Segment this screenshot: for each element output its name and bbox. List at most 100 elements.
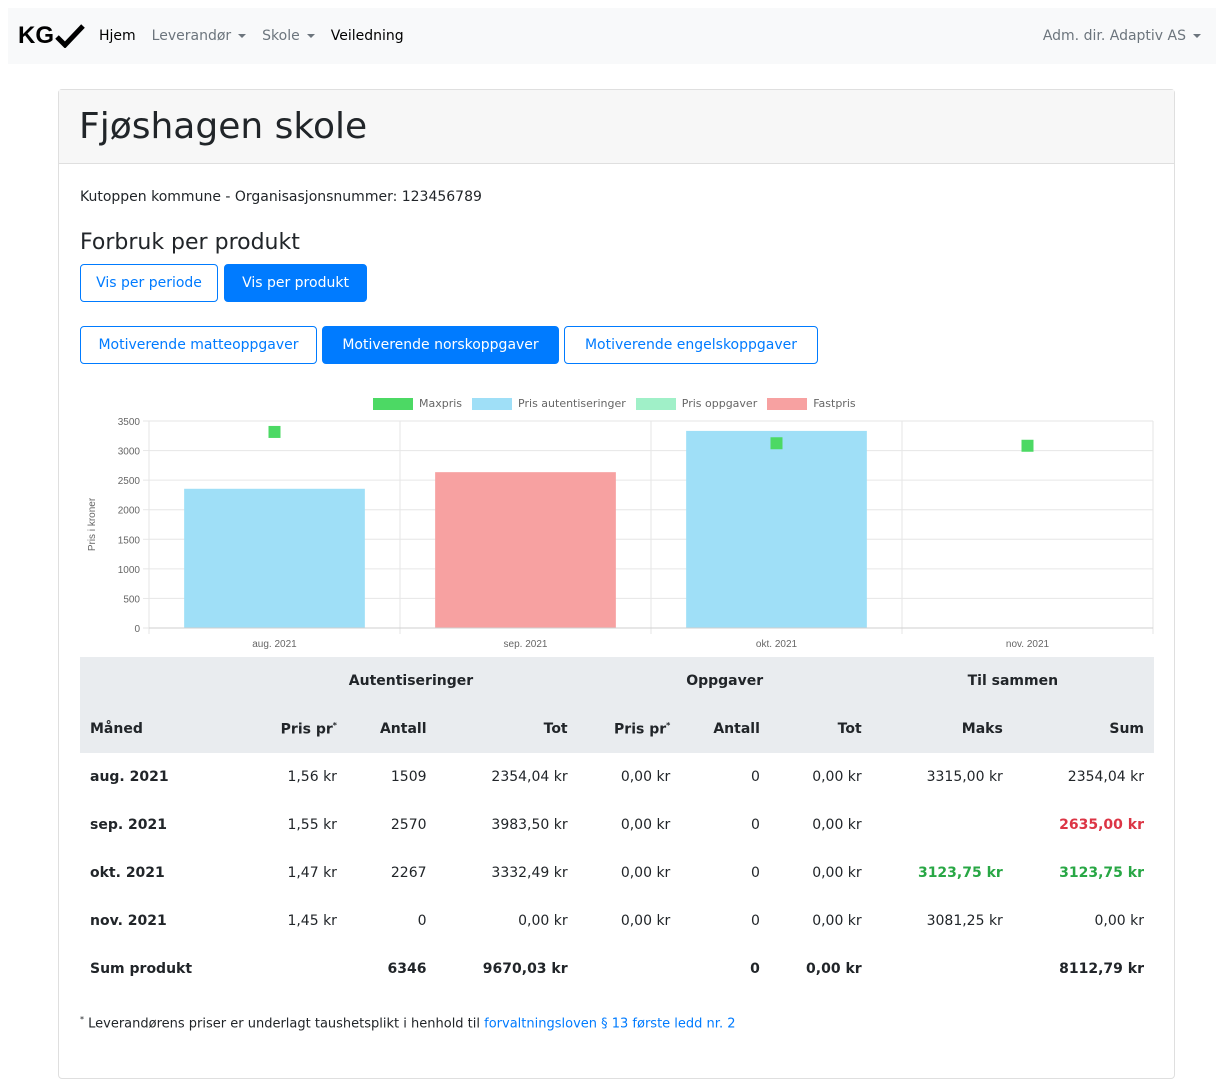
table-row: sep. 2021 1,55 kr 2570 3983,50 kr 0,00 k…: [80, 801, 1154, 849]
bar-pris-autentiseringer: [184, 488, 365, 628]
cell-auth-count: 0: [417, 913, 427, 929]
cell-auth-tot: 0,00 kr: [518, 913, 568, 929]
cell-auth-price: 1,47 kr: [287, 865, 337, 881]
school-card: Fjøshagen skole Kutoppen kommune - Organ…: [58, 89, 1175, 1079]
y-axis-label: Pris i kroner: [87, 497, 98, 551]
law-link[interactable]: forvaltningsloven § 13 første ledd nr. 2: [484, 1016, 735, 1031]
x-tick-label: sep. 2021: [504, 639, 548, 650]
cell-task-tot: 0,00 kr: [812, 769, 862, 785]
cell-auth-tot: 3983,50 kr: [491, 817, 568, 833]
col-auth-tot: Tot: [543, 721, 568, 737]
group-header-total: Til sammen: [967, 673, 1059, 689]
cell-total-task-count: 0: [750, 961, 760, 977]
cell-total-task-tot: 0,00 kr: [806, 961, 862, 977]
cell-max: 3123,75 kr: [917, 865, 1003, 881]
y-tick-label: 0: [134, 624, 140, 635]
group-header-row: Autentiseringer Oppgaver Til sammen: [80, 657, 1154, 705]
y-tick-label: 3500: [118, 417, 141, 428]
cell-max: 3081,25 kr: [926, 913, 1003, 929]
cell-auth-tot: 2354,04 kr: [491, 769, 568, 785]
footnote: * Leverandørens priser er underlagt taus…: [80, 1015, 735, 1031]
cell-auth-count: 2267: [390, 865, 427, 881]
col-task-count: Antall: [713, 721, 760, 737]
page-title: Fjøshagen skole: [79, 106, 368, 147]
group-header-auth: Autentiseringer: [348, 673, 474, 689]
cell-total-auth-count: 6346: [387, 961, 427, 977]
cell-task-price: 0,00 kr: [620, 913, 671, 929]
col-month: Måned: [90, 721, 143, 737]
cell-month: okt. 2021: [90, 865, 165, 881]
bar-fastpris: [435, 472, 616, 628]
org-info: Kutoppen kommune - Organisasjonsnummer: …: [80, 189, 482, 205]
group-header-tasks: Oppgaver: [686, 673, 764, 689]
cell-task-price: 0,00 kr: [620, 817, 671, 833]
cell-auth-tot: 3332,49 kr: [491, 865, 568, 881]
brand-logo[interactable]: KG: [18, 22, 85, 50]
table-row: aug. 2021 1,56 kr 1509 2354,04 kr 0,00 k…: [80, 753, 1154, 801]
consumption-table: Autentiseringer Oppgaver Til sammen Måne…: [80, 657, 1154, 993]
checkmark-icon: [55, 24, 85, 48]
view-per-period-button[interactable]: Vis per periode: [80, 264, 218, 302]
product-norwegian-button[interactable]: Motiverende norskoppgaver: [322, 326, 559, 364]
nav-hjem[interactable]: Hjem: [99, 28, 136, 44]
x-tick-label: aug. 2021: [252, 639, 297, 650]
cell-sum: 2635,00 kr: [1059, 817, 1144, 833]
user-menu[interactable]: Adm. dir. Adaptiv AS: [1043, 28, 1201, 44]
table-total-row: Sum produkt 6346 9670,03 kr 0 0,00 kr 81…: [80, 945, 1154, 993]
cell-sum: 3123,75 kr: [1059, 865, 1144, 881]
y-tick-label: 1000: [118, 565, 141, 576]
y-tick-label: 500: [123, 594, 140, 605]
cell-total-auth-tot: 9670,03 kr: [482, 961, 568, 977]
price-chart: Maxpris Pris autentiseringer Pris oppgav…: [81, 390, 1161, 660]
product-english-button[interactable]: Motiverende engelskoppgaver: [564, 326, 818, 364]
nav-skole[interactable]: Skole: [262, 28, 315, 44]
table-row: nov. 2021 1,45 kr 0 0,00 kr 0,00 kr 0 0,…: [80, 897, 1154, 945]
y-tick-label: 2500: [118, 476, 141, 487]
cell-month: nov. 2021: [90, 913, 167, 929]
cell-task-tot: 0,00 kr: [812, 913, 862, 929]
view-per-product-button[interactable]: Vis per produkt: [224, 264, 367, 302]
footnote-text: Leverandørens priser er underlagt taushe…: [84, 1016, 485, 1032]
x-tick-label: okt. 2021: [756, 639, 798, 650]
table-row: okt. 2021 1,47 kr 2267 3332,49 kr 0,00 k…: [80, 849, 1154, 897]
cell-max: [872, 801, 1013, 849]
user-name: Adm. dir. Adaptiv AS: [1042, 28, 1186, 44]
chevron-down-icon: [238, 34, 247, 38]
cell-month: sep. 2021: [90, 817, 168, 833]
col-sum: Sum: [1109, 721, 1144, 737]
column-header-row: Måned Pris pr* Antall Tot Pris pr* Antal…: [80, 705, 1154, 753]
y-tick-label: 1500: [118, 535, 141, 546]
maxpris-point: [1021, 439, 1034, 452]
bar-pris-autentiseringer: [686, 430, 867, 628]
cell-month: aug. 2021: [90, 769, 169, 785]
cell-sum: 0,00 kr: [1094, 913, 1145, 929]
cell-total-label: Sum produkt: [90, 961, 193, 977]
section-title: Forbruk per produkt: [80, 230, 300, 255]
nav-veiledning[interactable]: Veiledning: [331, 28, 404, 44]
col-task-tot: Tot: [837, 721, 862, 737]
product-math-button[interactable]: Motiverende matteoppgaver: [80, 326, 317, 364]
cell-task-price: 0,00 kr: [620, 769, 671, 785]
nav-leverandor[interactable]: Leverandør: [152, 28, 247, 44]
cell-sum: 2354,04 kr: [1067, 769, 1144, 785]
cell-task-count: 0: [750, 769, 760, 785]
cell-auth-price: 1,45 kr: [287, 913, 337, 929]
cell-task-price: 0,00 kr: [620, 865, 671, 881]
cell-auth-price: 1,55 kr: [287, 817, 337, 833]
cell-auth-price: 1,56 kr: [287, 769, 337, 785]
navbar: KG Hjem Leverandør Skole Veiledning Adm.…: [8, 8, 1216, 64]
cell-auth-count: 1509: [390, 769, 427, 785]
y-tick-label: 3000: [118, 447, 141, 458]
brand-text: KG: [18, 22, 54, 49]
maxpris-point: [770, 437, 783, 450]
cell-task-count: 0: [750, 817, 760, 833]
x-tick-label: nov. 2021: [1006, 639, 1050, 650]
card-header: Fjøshagen skole: [59, 90, 1174, 164]
cell-task-count: 0: [750, 865, 760, 881]
y-tick-label: 2000: [118, 506, 141, 517]
col-auth-count: Antall: [379, 721, 427, 737]
cell-task-count: 0: [750, 913, 760, 929]
cell-task-tot: 0,00 kr: [812, 817, 862, 833]
col-task-price: Pris pr*: [614, 720, 671, 738]
cell-auth-count: 2570: [390, 817, 427, 833]
